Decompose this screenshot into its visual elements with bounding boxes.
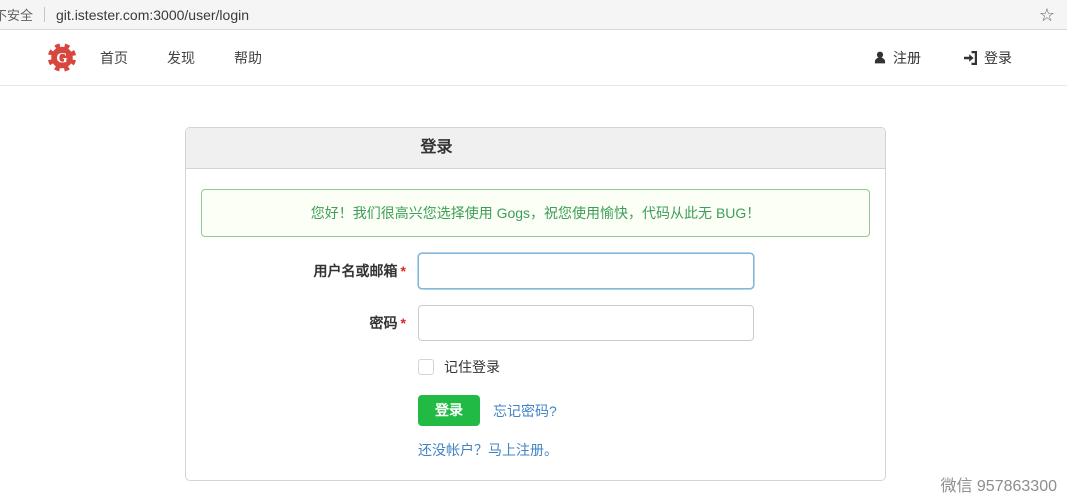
signin-label: 登录 (984, 48, 1012, 68)
login-form: 您好！我们很高兴您选择使用 Gogs，祝您使用愉快，代码从此无 BUG！ 用户名… (186, 169, 885, 480)
bookmark-star-icon[interactable]: ☆ (1039, 6, 1055, 24)
nav-item-help[interactable]: 帮助 (234, 48, 262, 68)
required-marker: * (401, 315, 406, 331)
address-bar-divider (44, 7, 45, 22)
forgot-password-link[interactable]: 忘记密码? (493, 401, 557, 421)
password-label: 密码* (201, 313, 418, 333)
login-panel: 登录 您好！我们很高兴您选择使用 Gogs，祝您使用愉快，代码从此无 BUG！ … (185, 127, 886, 481)
signup-link[interactable]: 还没帐户？马上注册。 (418, 442, 558, 458)
svg-text:G: G (56, 51, 67, 67)
password-field-row: 密码* (201, 305, 870, 341)
action-row: 登录 忘记密码? (418, 395, 870, 426)
register-link[interactable]: 注册 (873, 48, 921, 68)
security-indicator[interactable]: 不安全 (0, 5, 33, 24)
username-label: 用户名或邮箱* (201, 261, 418, 281)
person-icon (873, 50, 887, 65)
wechat-watermark: 微信 957863300 (940, 472, 1057, 496)
remember-label[interactable]: 记住登录 (444, 357, 500, 377)
required-marker: * (401, 263, 406, 279)
username-field-row: 用户名或邮箱* (201, 253, 870, 289)
nav-item-explore[interactable]: 发现 (167, 48, 195, 68)
login-panel-title: 登录 (186, 128, 885, 169)
username-input[interactable] (418, 253, 754, 289)
remember-checkbox[interactable] (418, 359, 434, 375)
gogs-logo-icon[interactable]: G (46, 42, 78, 73)
register-label: 注册 (893, 48, 921, 68)
login-submit-button[interactable]: 登录 (418, 395, 480, 426)
nav-item-home[interactable]: 首页 (100, 48, 128, 68)
url-text[interactable]: git.istester.com:3000/user/login (56, 7, 249, 23)
browser-address-bar: 不安全 git.istester.com:3000/user/login ☆ (0, 0, 1067, 30)
navbar: G 首页 发现 帮助 注册 登录 (0, 30, 1067, 86)
password-input[interactable] (418, 305, 754, 341)
navbar-right: 注册 登录 (873, 48, 1012, 68)
welcome-message: 您好！我们很高兴您选择使用 Gogs，祝您使用愉快，代码从此无 BUG！ (201, 189, 870, 237)
signup-row: 还没帐户？马上注册。 (418, 440, 870, 464)
sign-in-icon (963, 50, 978, 66)
remember-row: 记住登录 (418, 357, 870, 377)
signin-link[interactable]: 登录 (963, 48, 1012, 68)
